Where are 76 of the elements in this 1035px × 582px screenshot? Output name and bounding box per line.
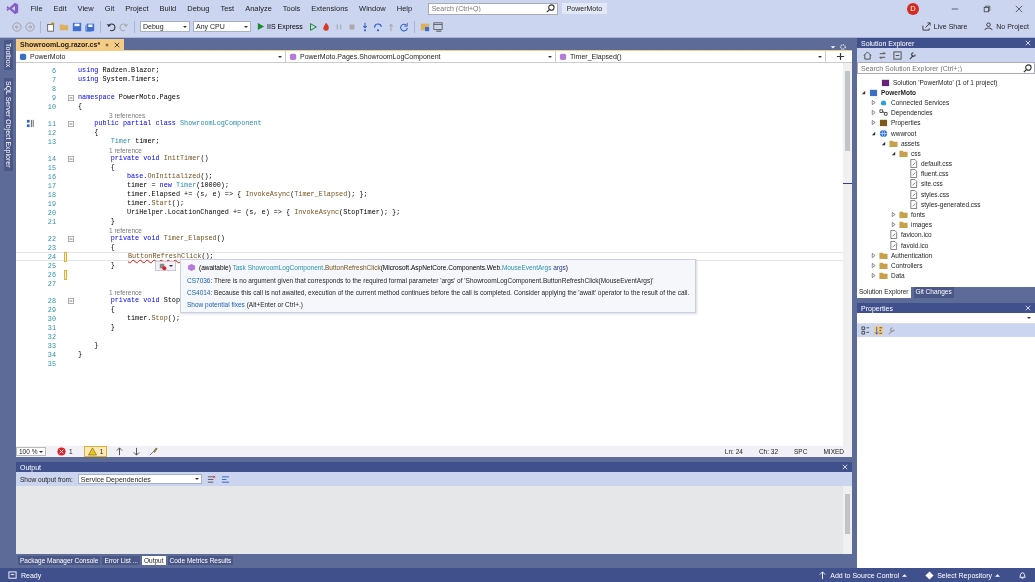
split-icon[interactable] <box>836 52 845 61</box>
sort-icon[interactable] <box>874 326 883 335</box>
search-icon <box>1023 63 1032 73</box>
close-icon[interactable] <box>1015 4 1023 13</box>
browser-icon[interactable] <box>419 21 430 32</box>
step-over-icon[interactable] <box>372 21 383 32</box>
up-arrow-icon[interactable] <box>115 447 125 456</box>
expanded-arrow-icon[interactable] <box>871 130 876 136</box>
up-arrow-icon <box>818 570 828 580</box>
caret-icon <box>902 572 908 578</box>
clear-all-icon[interactable] <box>206 474 216 484</box>
dependencies-icon <box>879 108 888 118</box>
collapsed-arrow-icon[interactable] <box>871 110 876 116</box>
pin-icon[interactable] <box>104 41 111 48</box>
categorized-icon[interactable] <box>861 326 870 335</box>
sync-icon[interactable] <box>878 50 887 60</box>
scrollbar[interactable] <box>843 486 852 554</box>
diamond-icon <box>925 570 935 580</box>
undo-icon[interactable] <box>106 21 116 32</box>
word-wrap-icon[interactable] <box>220 474 230 484</box>
collapse-all-icon[interactable] <box>893 50 902 60</box>
margin-glyph-icon[interactable] <box>26 119 35 128</box>
search-icon <box>545 4 555 13</box>
collapsed-arrow-icon[interactable] <box>871 252 876 258</box>
method-icon <box>187 263 196 272</box>
class-icon <box>559 52 568 61</box>
collapse-icon[interactable] <box>68 297 74 304</box>
quick-actions-button[interactable] <box>155 261 176 271</box>
new-item-icon[interactable] <box>46 21 56 32</box>
refresh-icon[interactable] <box>398 21 409 32</box>
caret-icon <box>995 572 1000 578</box>
restore-icon[interactable] <box>983 4 991 13</box>
person-icon <box>984 22 994 31</box>
file-icon <box>909 189 918 199</box>
services-icon <box>879 97 888 107</box>
collapsed-arrow-icon[interactable] <box>891 222 896 228</box>
file-icon <box>889 230 898 240</box>
down-arrow-icon[interactable] <box>132 447 142 456</box>
globe-icon <box>879 128 888 138</box>
wrench-icon[interactable] <box>887 326 896 335</box>
expanded-arrow-icon[interactable] <box>881 140 886 146</box>
error-bulb-icon <box>158 261 167 271</box>
expanded-arrow-icon[interactable] <box>861 89 866 95</box>
properties-icon <box>879 118 888 128</box>
collapse-icon[interactable] <box>68 235 74 242</box>
output-icon[interactable] <box>8 570 17 580</box>
collapse-icon[interactable] <box>68 120 74 127</box>
solution-icon <box>881 77 890 87</box>
project-icon <box>869 87 878 97</box>
share-icon <box>921 22 931 31</box>
brush-icon[interactable] <box>149 447 159 456</box>
collapsed-arrow-icon[interactable] <box>871 273 876 279</box>
save-all-icon[interactable] <box>85 21 95 32</box>
file-icon <box>909 199 918 209</box>
file-icon <box>909 169 918 179</box>
project-icon <box>19 52 28 61</box>
file-icon <box>909 179 918 189</box>
collapse-icon[interactable] <box>68 94 74 101</box>
close-icon[interactable] <box>114 41 121 48</box>
collapsed-arrow-icon[interactable] <box>871 262 876 268</box>
file-icon <box>909 159 918 169</box>
expanded-arrow-icon[interactable] <box>891 150 896 156</box>
play-icon <box>256 22 265 31</box>
collapsed-arrow-icon[interactable] <box>871 99 876 105</box>
class-icon <box>289 52 298 61</box>
window-layout-icon[interactable] <box>432 21 443 32</box>
scrollbar[interactable] <box>843 63 852 446</box>
save-icon[interactable] <box>72 21 82 32</box>
collapse-icon[interactable] <box>68 155 74 162</box>
home-icon[interactable] <box>863 50 872 60</box>
collapsed-arrow-icon[interactable] <box>871 120 876 126</box>
collapsed-arrow-icon[interactable] <box>891 212 896 218</box>
notification-bell-icon[interactable] <box>1018 570 1027 580</box>
app-logo <box>6 2 19 15</box>
play-outline-icon[interactable] <box>307 21 318 32</box>
file-icon <box>889 240 898 250</box>
